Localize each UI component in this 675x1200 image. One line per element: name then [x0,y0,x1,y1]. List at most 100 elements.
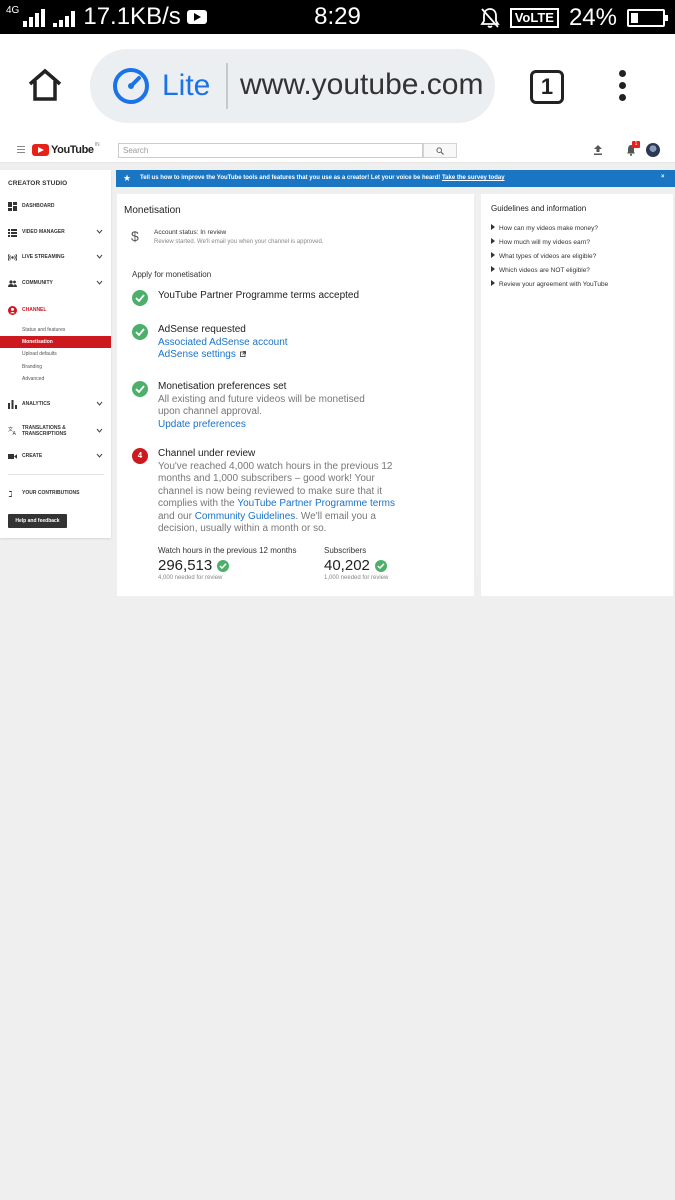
step-heading: YouTube Partner Programme terms accepted [158,290,360,301]
step-heading: Channel under review [158,448,256,459]
guideline-text: How much will my videos earn? [499,239,591,246]
dashboard-icon [8,202,17,211]
sidebar-item-label: COMMUNITY [22,280,53,286]
survey-banner: ★ Tell us how to improve the YouTube too… [116,170,675,187]
stat-note: 4,000 needed for review [158,575,223,581]
lite-mode-icon[interactable] [112,67,150,105]
sidebar-subitem-branding[interactable]: Branding [0,361,111,373]
sidebar-item-label: TRANSLATIONS & TRANSCRIPTIONS [22,425,67,437]
overflow-menu-icon[interactable] [616,70,628,104]
guideline-link[interactable]: Review your agreement with YouTube [491,280,608,288]
guidelines-panel: Guidelines and information How can my vi… [481,194,673,596]
review-text-2: and our [158,510,192,522]
monetisation-panel: Monetisation $ Account status: In review… [117,194,474,596]
sidebar-item-label: CREATE [22,453,43,459]
guideline-link[interactable]: How can my videos make money? [491,224,598,232]
community-guidelines-link[interactable]: Community Guidelines [195,511,296,522]
check-icon [132,381,148,397]
video-manager-icon [8,229,17,237]
banner-text: Tell us how to improve the YouTube tools… [140,175,441,181]
svg-text:A: A [13,431,17,435]
sidebar-title: CREATOR STUDIO [8,180,68,187]
country-code: IN [94,142,100,148]
sidebar-item-your-contributions[interactable]: ℷ YOUR CONTRIBUTIONS [0,486,111,500]
sidebar-item-video-manager[interactable]: VIDEO MANAGER [0,225,111,239]
url-text[interactable]: www.youtube.com [240,67,490,103]
sidebar-item-label: CHANNEL [22,307,47,313]
guideline-link[interactable]: Which videos are NOT eligible? [491,266,590,274]
create-icon [8,454,17,459]
expand-arrow-icon [491,252,495,258]
take-survey-link[interactable]: Take the survey today [442,175,505,181]
step-description: All existing and future videos will be m… [158,393,365,418]
sidebar-divider [8,474,104,475]
address-bar[interactable]: Lite www.youtube.com [90,49,495,123]
sidebar-subitem-advanced[interactable]: Advanced [0,373,111,385]
status-bar: 4G 17.1KB/s 8:29 VoLTE 24% [0,0,675,34]
sidebar-item-live-streaming[interactable]: LIVE STREAMING [0,250,111,264]
sidebar-item-channel[interactable]: CHANNEL [0,303,111,317]
apply-section-title: Apply for monetisation [132,270,212,279]
adsense-settings-link[interactable]: AdSense settings [158,349,236,360]
check-icon [132,324,148,340]
help-and-feedback-button[interactable]: Help and feedback [8,514,67,528]
lite-mode-label[interactable]: Lite [162,69,210,103]
volte-badge: VoLTE [509,8,559,28]
external-link-icon [239,351,246,357]
sidebar-item-dashboard[interactable]: DASHBOARD [0,199,111,213]
step-heading: Monetisation preferences set [158,381,287,392]
youtube-logo[interactable]: YouTube IN [32,142,100,156]
guideline-link[interactable]: How much will my videos earn? [491,238,590,246]
stat-note: 1,000 needed for review [324,575,389,581]
battery-percent: 24% [568,4,617,31]
guideline-text: Which videos are NOT eligible? [499,267,590,274]
guideline-link[interactable]: What types of videos are eligible? [491,252,596,260]
battery-icon [627,9,668,27]
sidebar-item-analytics[interactable]: ANALYTICS [0,397,111,411]
guideline-text: Review your agreement with YouTube [499,281,609,288]
guide-menu-icon[interactable] [17,146,25,155]
sidebar-subitem-monetisation[interactable]: Monetisation [0,336,111,348]
home-icon[interactable] [26,66,64,104]
sidebar-subitem-status-and-features[interactable]: Status and features [0,324,111,336]
watch-hours-stat: Watch hours in the previous 12 months 29… [158,546,328,581]
check-icon [374,559,387,572]
guidelines-title: Guidelines and information [491,204,587,213]
sidebar-subitem-upload-defaults[interactable]: Upload defaults [0,348,111,360]
expand-arrow-icon [491,224,495,230]
step-number-badge: 4 [132,448,148,464]
sidebar-item-label: LIVE STREAMING [22,254,65,260]
stat-label: Watch hours in the previous 12 months [158,546,297,555]
star-icon: ★ [123,173,132,183]
channel-icon [8,306,17,315]
sidebar-item-label: DASHBOARD [22,203,55,209]
expand-arrow-icon [491,238,495,244]
subscribers-stat: Subscribers 40,202 1,000 needed for revi… [324,546,494,581]
search-input[interactable]: Search [118,143,423,158]
contributions-icon: ℷ [9,490,13,498]
associated-adsense-link[interactable]: Associated AdSense account [158,337,288,348]
search-button[interactable] [423,143,457,158]
chevron-down-icon [96,229,103,234]
step-description: You've reached 4,000 watch hours in the … [158,461,406,536]
sidebar-item-label: YOUR CONTRIBUTIONS [22,490,80,496]
tab-switcher-button[interactable]: 1 [530,70,564,104]
ypp-terms-link[interactable]: YouTube Partner Programme terms [237,498,395,509]
close-icon[interactable]: × [661,174,665,180]
sidebar-item-label: VIDEO MANAGER [22,229,65,235]
upload-icon[interactable] [592,144,604,156]
update-preferences-link[interactable]: Update preferences [158,419,246,430]
sidebar-item-community[interactable]: COMMUNITY [0,276,111,290]
expand-arrow-icon [491,266,495,272]
account-avatar[interactable] [646,143,660,157]
chevron-down-icon [96,280,103,285]
chevron-down-icon [96,254,103,259]
address-divider [226,63,228,109]
sidebar-item-translations[interactable]: 文A TRANSLATIONS & TRANSCRIPTIONS [0,422,111,440]
chevron-down-icon [96,453,103,458]
expand-arrow-icon [491,280,495,286]
browser-toolbar: Lite www.youtube.com 1 [0,34,675,139]
youtube-wordmark: YouTube [51,144,94,156]
sidebar-item-create[interactable]: CREATE [0,449,111,463]
page-title: Monetisation [124,205,181,216]
